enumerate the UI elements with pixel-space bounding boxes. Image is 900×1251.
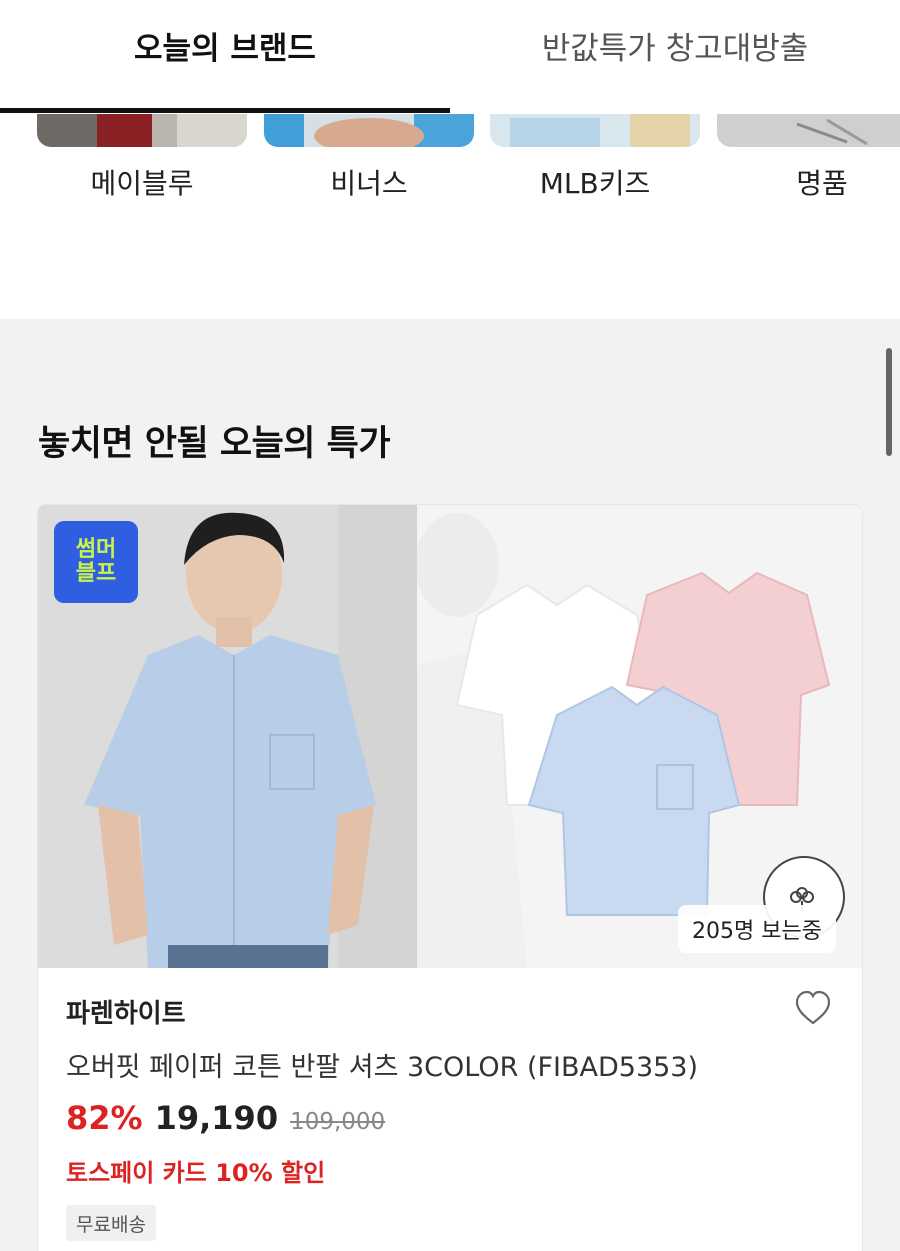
- product-image[interactable]: 썸머 블프 205명 보는중: [38, 505, 862, 968]
- vertical-scrollbar[interactable]: [886, 348, 892, 456]
- badge-line-2: 블프: [75, 561, 117, 586]
- heart-outline-icon[interactable]: [794, 990, 832, 1026]
- price-row: 82% 19,190 109,000: [66, 1099, 385, 1137]
- badge-line-1: 썸머: [75, 537, 117, 562]
- brand-label: MLB키즈: [539, 167, 651, 200]
- summer-black-friday-badge: 썸머 블프: [54, 521, 138, 603]
- discount-rate: 82%: [66, 1099, 143, 1137]
- product-name[interactable]: 오버핏 페이퍼 코튼 반팔 셔츠 3COLOR (FIBAD5353): [66, 1045, 698, 1084]
- original-price: 109,000: [290, 1109, 386, 1135]
- sale-price: 19,190: [154, 1099, 279, 1137]
- brand-item-venus[interactable]: 비너스: [264, 114, 474, 224]
- brand-carousel: 메이블루 비너스 MLB키즈 명품: [0, 114, 900, 319]
- brand-item-luxury[interactable]: 명품: [717, 114, 900, 224]
- brand-item-mlb-kids[interactable]: MLB키즈: [490, 114, 700, 224]
- brand-thumbnail: [717, 114, 900, 147]
- brand-label: 비너스: [330, 167, 408, 200]
- brand-item-maybleu[interactable]: 메이블루: [37, 114, 247, 224]
- brand-thumbnail: [37, 114, 247, 147]
- top-tab-bar: 오늘의 브랜드 반값특가 창고대방출: [0, 0, 900, 114]
- product-card[interactable]: 썸머 블프 205명 보는중 파렌하이트 오버핏 페이퍼 코튼 반팔 셔츠 3C…: [38, 505, 862, 1251]
- brand-label: 메이블루: [90, 167, 194, 200]
- viewers-count-badge: 205명 보는중: [678, 905, 836, 953]
- card-promotion-text: 토스페이 카드 10% 할인: [66, 1159, 326, 1187]
- section-title: 놓치면 안될 오늘의 특가: [38, 424, 391, 464]
- brand-thumbnail: [490, 114, 700, 147]
- active-tab-indicator: [0, 108, 450, 113]
- free-shipping-tag: 무료배송: [66, 1205, 156, 1241]
- tab-today-brand[interactable]: 오늘의 브랜드: [0, 0, 450, 90]
- product-brand[interactable]: 파렌하이트: [66, 993, 186, 1030]
- brand-thumbnail: [264, 114, 474, 147]
- tab-half-price-sale[interactable]: 반값특가 창고대방출: [450, 0, 900, 90]
- brand-label: 명품: [796, 167, 848, 200]
